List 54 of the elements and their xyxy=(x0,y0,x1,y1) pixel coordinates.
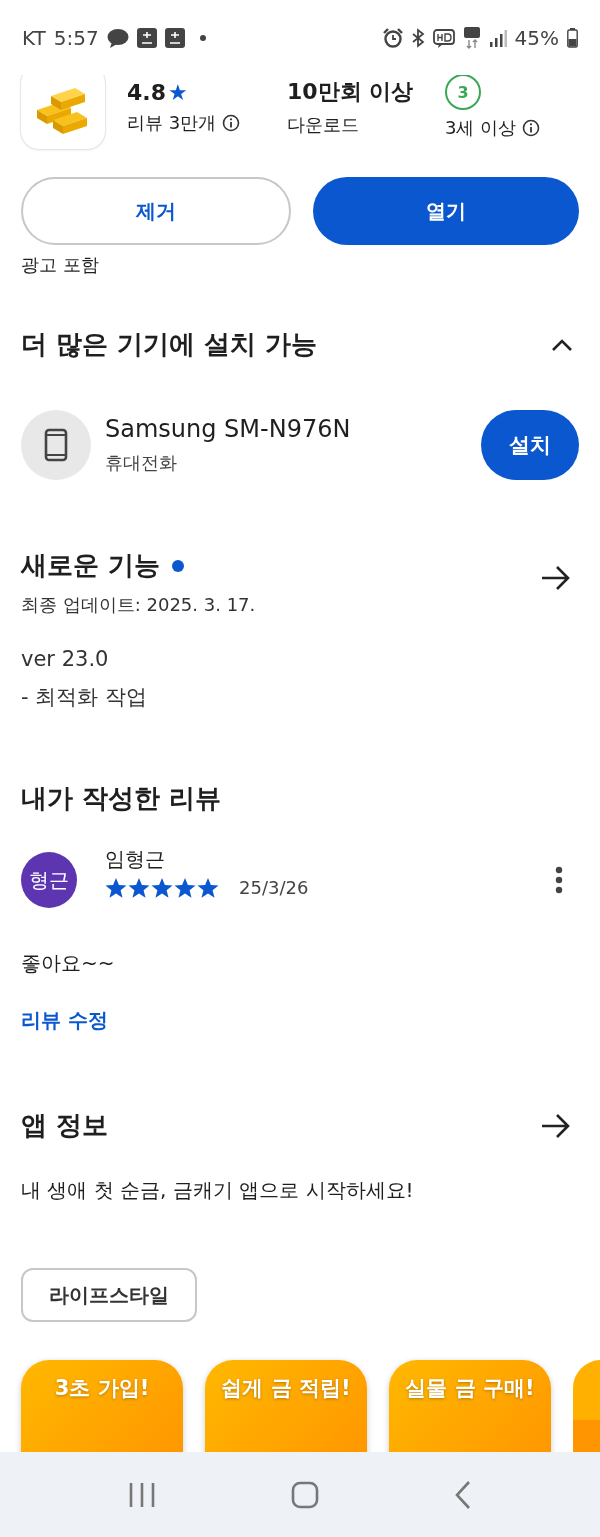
device-type: 휴대전화 xyxy=(105,451,178,475)
app-description: 내 생애 첫 순금, 금캐기 앱으로 시작하세요! xyxy=(21,1177,415,1204)
section-title: 앱 정보 xyxy=(21,1109,109,1142)
clock: 5:57 xyxy=(53,25,99,50)
notification-dot-icon xyxy=(199,34,206,41)
review-date: 25/3/26 xyxy=(239,877,309,898)
screenshot-title: 실물 금 구매! xyxy=(405,1375,535,1402)
star-icon xyxy=(128,876,150,899)
back-icon[interactable] xyxy=(454,1479,473,1510)
edit-review-link[interactable]: 리뷰 수정 xyxy=(21,1008,108,1032)
bluetooth-icon xyxy=(410,27,425,48)
signal-icon xyxy=(488,28,507,47)
reviewer-name: 임형근 xyxy=(105,845,166,873)
more-options-icon[interactable] xyxy=(555,866,563,894)
avatar: 형근 xyxy=(21,852,77,908)
download-count: 10만회 이상 xyxy=(287,78,415,106)
section-title: 내가 작성한 리뷰 xyxy=(21,782,223,815)
install-button[interactable]: 설치 xyxy=(481,410,579,480)
section-title: 새로운 기능 xyxy=(21,549,161,582)
screenshot-title: 쉽게 금 적립! xyxy=(221,1375,351,1402)
last-updated: 최종 업데이트: 2025. 3. 17. xyxy=(21,593,256,617)
review-text: 좋아요~~ xyxy=(21,950,116,977)
star-icon xyxy=(197,876,219,899)
star-icon xyxy=(174,876,196,899)
open-button[interactable]: 열기 xyxy=(313,177,579,245)
release-note: - 최적화 작업 xyxy=(21,684,148,711)
battery-icon xyxy=(567,27,578,48)
hd-icon xyxy=(432,27,455,48)
arrow-right-icon[interactable] xyxy=(541,564,571,591)
battery-percentage: 45% xyxy=(514,25,559,50)
recent-apps-icon[interactable] xyxy=(127,1481,156,1508)
info-icon xyxy=(522,119,541,137)
section-title: 더 많은 기기에 설치 가능 xyxy=(21,328,318,361)
review-count: 리뷰 3만개 xyxy=(127,110,217,135)
release-note: ver 23.0 xyxy=(21,647,110,671)
age-rating-badge: 3 xyxy=(445,75,481,110)
uninstall-button[interactable]: 제거 xyxy=(21,177,291,245)
ad-notice: 광고 포함 xyxy=(21,253,100,277)
info-icon xyxy=(222,113,241,132)
alarm-icon xyxy=(382,27,403,48)
star-icon xyxy=(151,876,173,899)
rating-symbol: ★ xyxy=(168,79,188,105)
downloads-label: 다운로드 xyxy=(287,113,359,137)
device-name: Samsung SM-N976N xyxy=(105,415,351,443)
star-icon xyxy=(105,876,127,899)
carrier: KT xyxy=(22,25,46,50)
chat-bubble-icon xyxy=(106,27,129,48)
home-icon[interactable] xyxy=(291,1480,319,1509)
arrow-right-icon[interactable] xyxy=(541,1112,571,1139)
age-rating: 3세 이상 xyxy=(445,116,517,140)
rating: 4.8 xyxy=(127,79,166,105)
screenshot-title: 3초 가입! xyxy=(54,1375,150,1402)
collapse-icon[interactable] xyxy=(551,337,573,352)
category-chip[interactable]: 라이프스타일 xyxy=(21,1268,197,1322)
